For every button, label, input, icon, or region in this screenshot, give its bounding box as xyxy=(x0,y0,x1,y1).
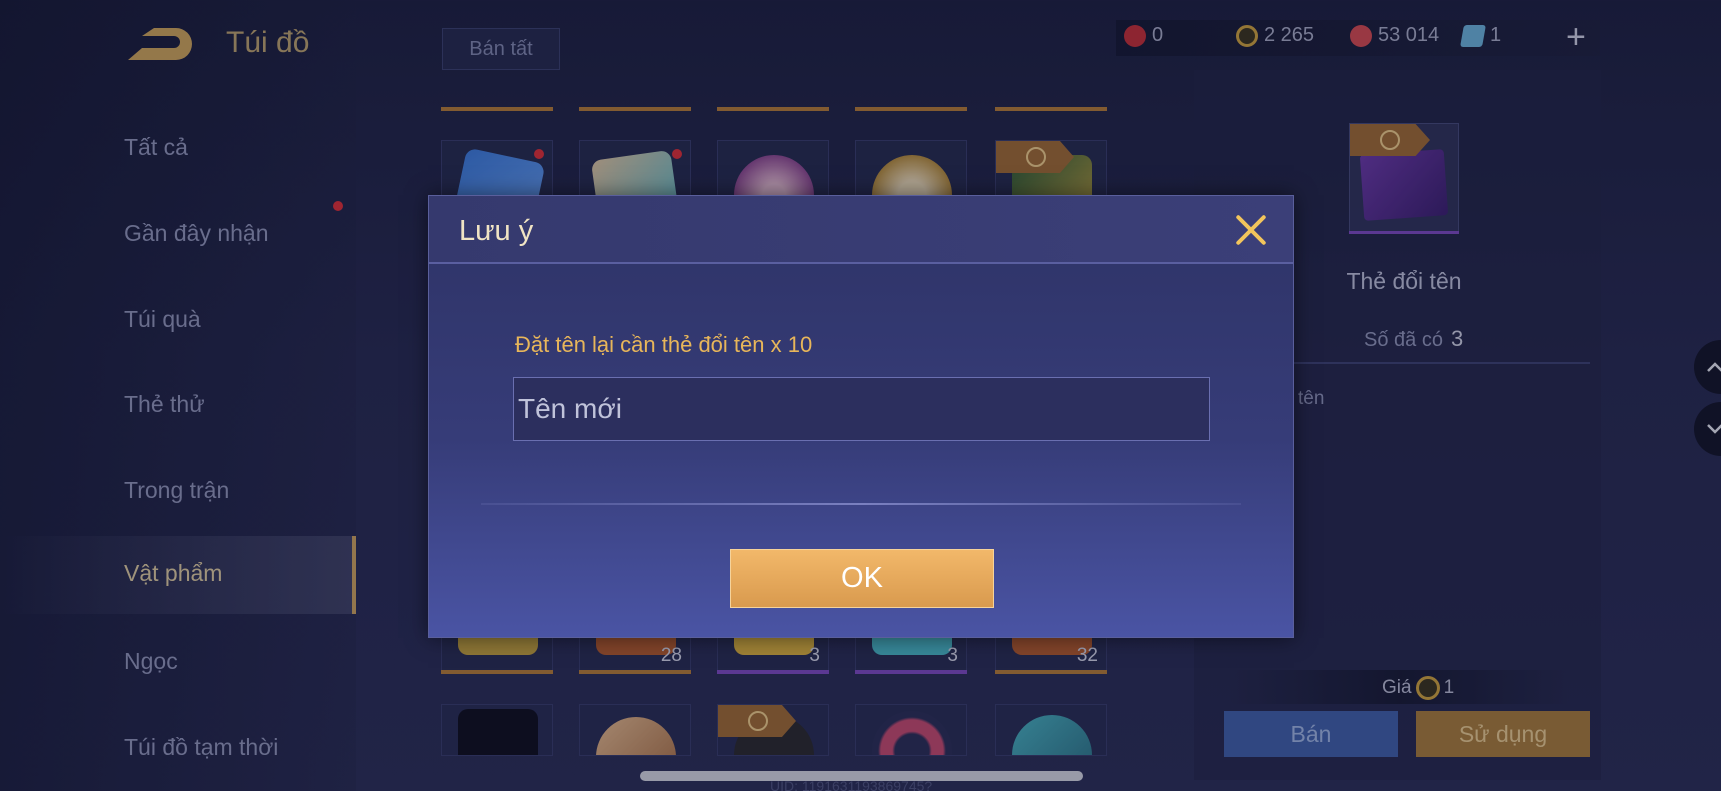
rename-dialog: Lưu ý Đặt tên lại cần thẻ đổi tên x 10 O… xyxy=(428,195,1294,638)
dialog-message: Đặt tên lại cần thẻ đổi tên x 10 xyxy=(515,332,813,357)
dialog-header: Lưu ý xyxy=(429,196,1293,264)
dialog-title: Lưu ý xyxy=(459,215,534,247)
close-icon[interactable] xyxy=(1233,212,1269,248)
ok-button[interactable]: OK xyxy=(730,549,994,608)
new-name-input[interactable] xyxy=(513,377,1210,441)
divider xyxy=(481,503,1241,505)
